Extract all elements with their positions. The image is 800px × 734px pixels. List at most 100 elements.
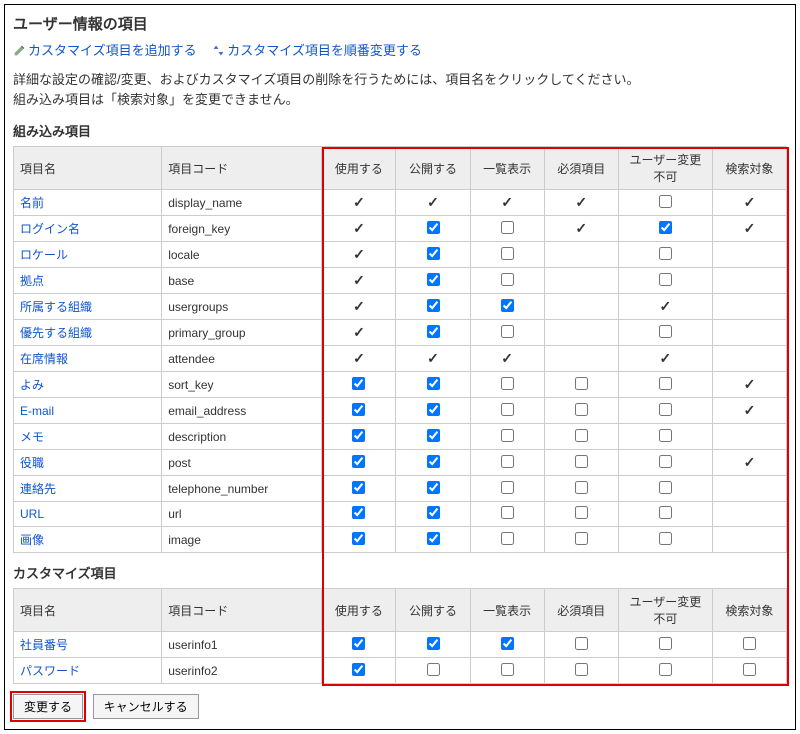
item-name-link[interactable]: 優先する組織	[20, 326, 92, 340]
cancel-button[interactable]: キャンセルする	[93, 694, 199, 719]
cell-list	[470, 424, 544, 450]
item-name-link[interactable]: 所属する組織	[20, 300, 92, 314]
col-list: 一覧表示	[470, 147, 544, 190]
list-checkbox[interactable]	[501, 637, 514, 650]
publish-checkbox[interactable]	[427, 532, 440, 545]
item-name-link[interactable]: よみ	[20, 378, 44, 392]
required-checkbox[interactable]	[575, 455, 588, 468]
col-use: 使用する	[322, 147, 396, 190]
publish-checkbox[interactable]	[427, 403, 440, 416]
cell-use	[322, 658, 396, 684]
cell-publish	[396, 476, 470, 502]
list-checkbox[interactable]	[501, 221, 514, 234]
publish-checkbox[interactable]	[427, 429, 440, 442]
locked-checkbox[interactable]	[659, 532, 672, 545]
locked-checkbox[interactable]	[659, 247, 672, 260]
use-checkbox[interactable]	[352, 506, 365, 519]
list-checkbox[interactable]	[501, 481, 514, 494]
use-checkbox[interactable]	[352, 377, 365, 390]
locked-checkbox[interactable]	[659, 637, 672, 650]
item-name-link[interactable]: ログイン名	[20, 222, 80, 236]
cell-name: 連絡先	[14, 476, 162, 502]
use-checkbox[interactable]	[352, 637, 365, 650]
list-checkbox[interactable]	[501, 663, 514, 676]
publish-checkbox[interactable]	[427, 221, 440, 234]
locked-checkbox[interactable]	[659, 221, 672, 234]
item-name-link[interactable]: URL	[20, 507, 44, 521]
item-name-link[interactable]: メモ	[20, 430, 44, 444]
search-checkbox[interactable]	[743, 637, 756, 650]
locked-checkbox[interactable]	[659, 663, 672, 676]
cell-list	[470, 658, 544, 684]
cell-use	[322, 398, 396, 424]
cell-use	[322, 502, 396, 527]
list-checkbox[interactable]	[501, 299, 514, 312]
item-name-link[interactable]: 在席情報	[20, 352, 68, 366]
required-checkbox[interactable]	[575, 663, 588, 676]
list-checkbox[interactable]	[501, 247, 514, 260]
publish-checkbox[interactable]	[427, 663, 440, 676]
use-checkbox[interactable]	[352, 532, 365, 545]
search-checkbox[interactable]	[743, 663, 756, 676]
locked-checkbox[interactable]	[659, 455, 672, 468]
use-checkbox[interactable]	[352, 403, 365, 416]
use-checkbox[interactable]	[352, 663, 365, 676]
locked-checkbox[interactable]	[659, 377, 672, 390]
locked-checkbox[interactable]	[659, 403, 672, 416]
cell-use	[322, 527, 396, 553]
publish-checkbox[interactable]	[427, 481, 440, 494]
publish-checkbox[interactable]	[427, 247, 440, 260]
item-name-link[interactable]: 名前	[20, 196, 44, 210]
item-name-link[interactable]: パスワード	[20, 664, 80, 678]
required-checkbox[interactable]	[575, 429, 588, 442]
item-name-link[interactable]: E-mail	[20, 404, 54, 418]
locked-checkbox[interactable]	[659, 481, 672, 494]
save-button[interactable]: 変更する	[13, 694, 83, 719]
locked-checkbox[interactable]	[659, 325, 672, 338]
item-name-link[interactable]: 画像	[20, 533, 44, 547]
cell-name: ロケール	[14, 242, 162, 268]
publish-checkbox[interactable]	[427, 299, 440, 312]
list-checkbox[interactable]	[501, 429, 514, 442]
publish-checkbox[interactable]	[427, 325, 440, 338]
item-name-link[interactable]: 役職	[20, 456, 44, 470]
item-name-link[interactable]: 連絡先	[20, 482, 56, 496]
cell-list	[470, 398, 544, 424]
use-checkbox[interactable]	[352, 481, 365, 494]
list-checkbox[interactable]	[501, 377, 514, 390]
col-locked: ユーザー変更不可	[618, 589, 712, 632]
publish-checkbox[interactable]	[427, 273, 440, 286]
cell-publish	[396, 424, 470, 450]
item-name-link[interactable]: 社員番号	[20, 638, 68, 652]
required-checkbox[interactable]	[575, 637, 588, 650]
locked-checkbox[interactable]	[659, 195, 672, 208]
locked-checkbox[interactable]	[659, 429, 672, 442]
required-checkbox[interactable]	[575, 532, 588, 545]
item-name-link[interactable]: 拠点	[20, 274, 44, 288]
required-checkbox[interactable]	[575, 403, 588, 416]
list-checkbox[interactable]	[501, 455, 514, 468]
locked-checkbox[interactable]	[659, 506, 672, 519]
use-checkbox[interactable]	[352, 455, 365, 468]
publish-checkbox[interactable]	[427, 455, 440, 468]
cell-use: ✓	[322, 320, 396, 346]
check-icon: ✓	[744, 454, 756, 470]
reorder-custom-item-link[interactable]: カスタマイズ項目を順番変更する	[212, 43, 422, 58]
locked-checkbox[interactable]	[659, 273, 672, 286]
list-checkbox[interactable]	[501, 325, 514, 338]
col-required: 必須項目	[544, 589, 618, 632]
list-checkbox[interactable]	[501, 532, 514, 545]
cell-code: image	[162, 527, 322, 553]
required-checkbox[interactable]	[575, 481, 588, 494]
item-name-link[interactable]: ロケール	[20, 248, 68, 262]
required-checkbox[interactable]	[575, 506, 588, 519]
publish-checkbox[interactable]	[427, 506, 440, 519]
list-checkbox[interactable]	[501, 273, 514, 286]
use-checkbox[interactable]	[352, 429, 365, 442]
list-checkbox[interactable]	[501, 506, 514, 519]
publish-checkbox[interactable]	[427, 377, 440, 390]
publish-checkbox[interactable]	[427, 637, 440, 650]
list-checkbox[interactable]	[501, 403, 514, 416]
add-custom-item-link[interactable]: カスタマイズ項目を追加する	[13, 43, 200, 58]
required-checkbox[interactable]	[575, 377, 588, 390]
